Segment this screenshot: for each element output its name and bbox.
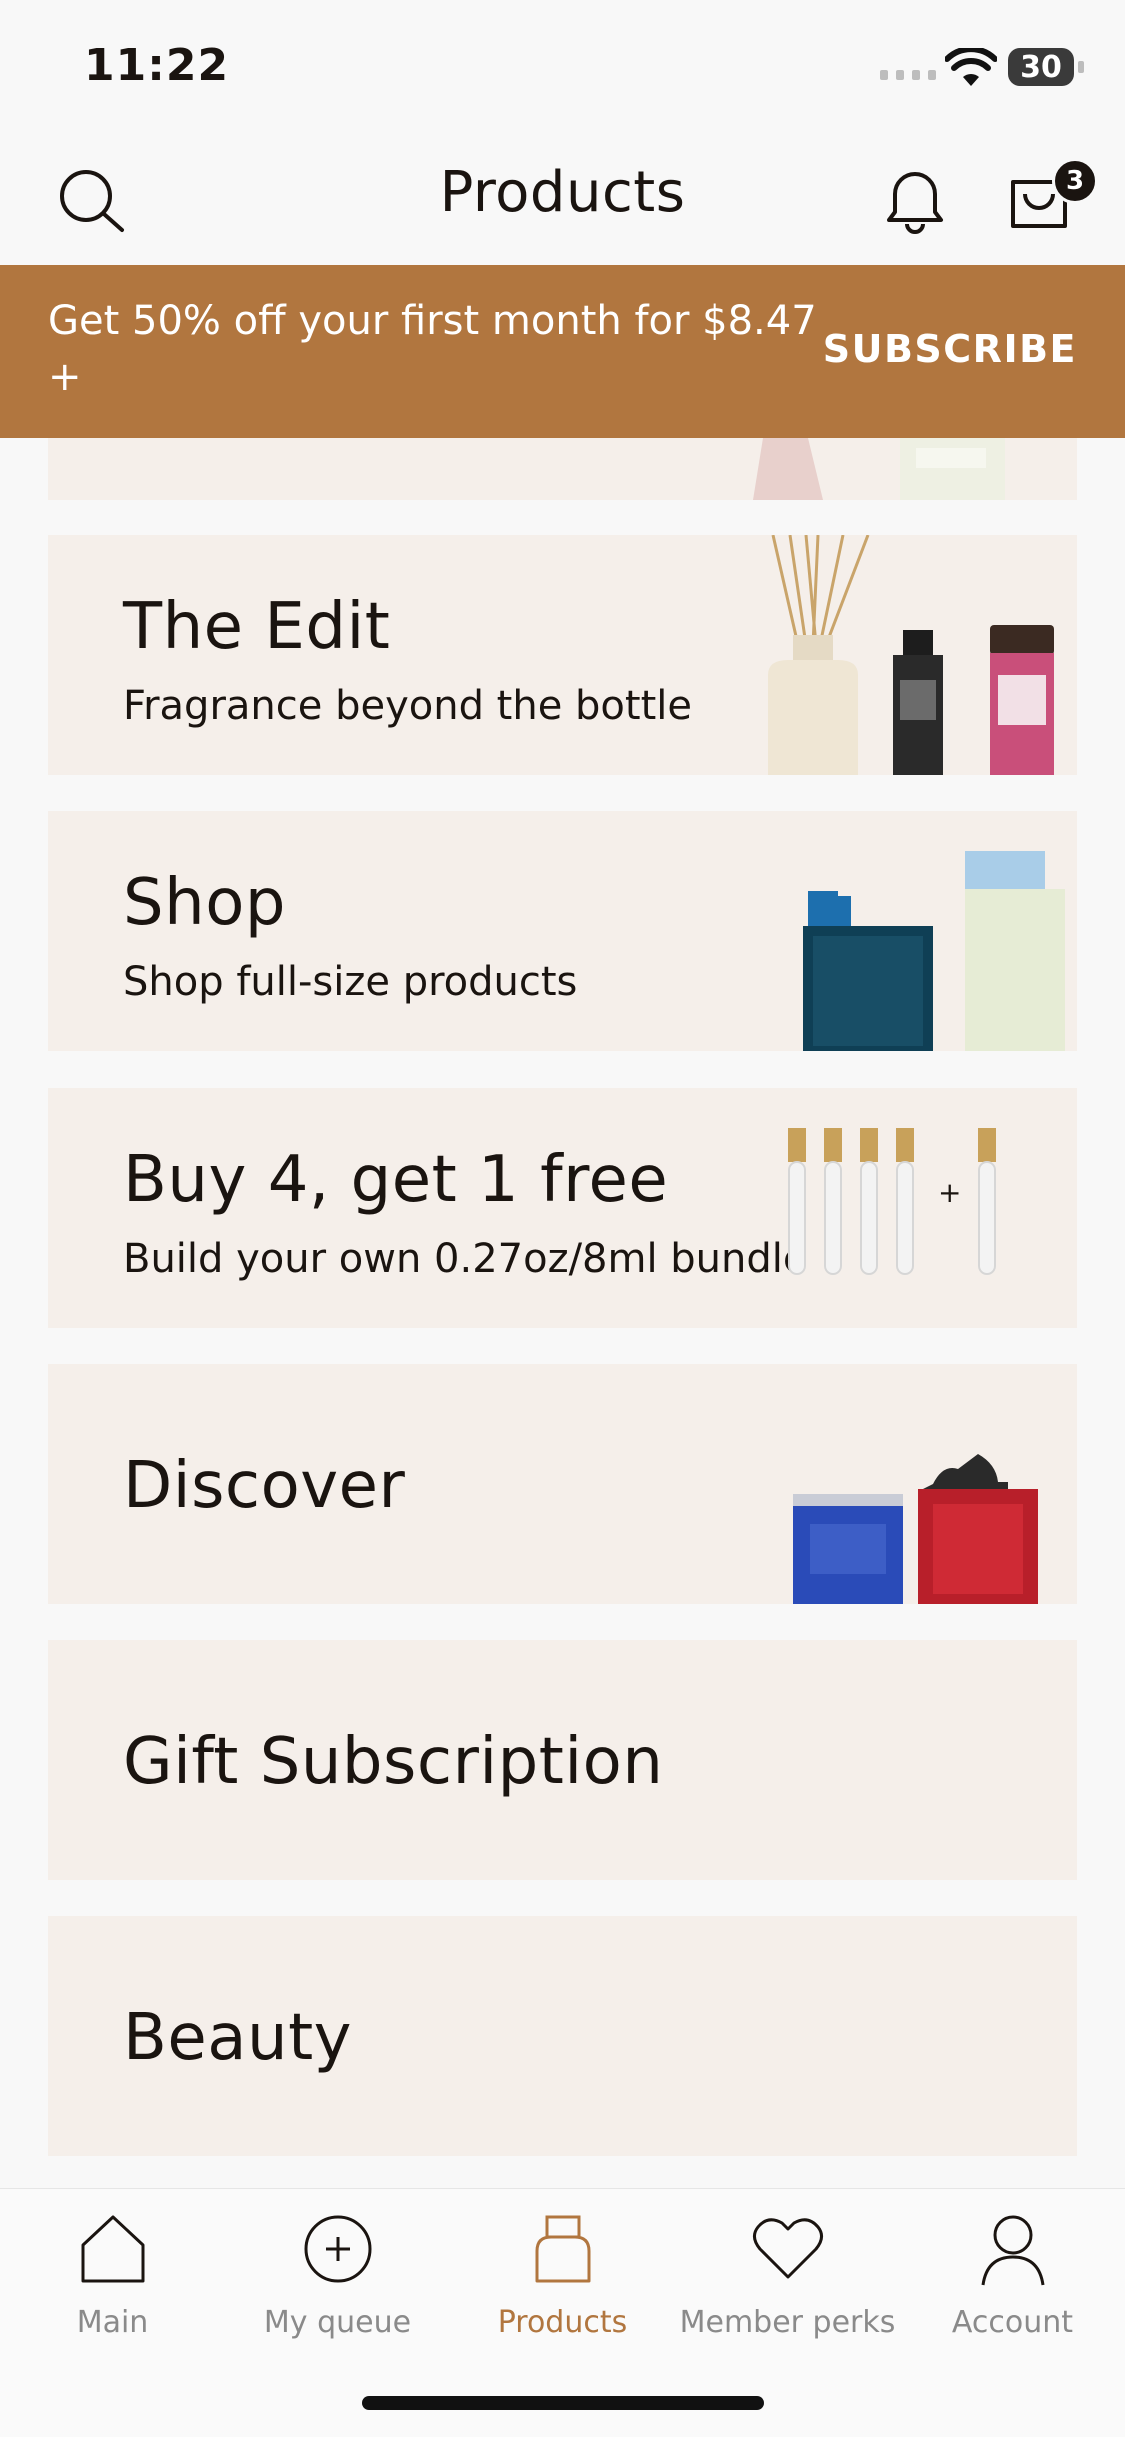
tab-account[interactable]: Account (900, 2209, 1125, 2340)
promo-text: Get 50% off your first month for $8.47 + (48, 298, 817, 400)
plus-circle-icon (304, 2215, 371, 2283)
tab-label: Member perks (679, 2305, 896, 2340)
card-beauty[interactable]: Beauty (48, 1916, 1077, 2156)
bottle-icon (535, 2215, 590, 2283)
tab-label: Products (497, 2305, 628, 2340)
card-buy-4-get-1[interactable]: Buy 4, get 1 free Build your own 0.27oz/… (48, 1088, 1077, 1328)
tab-label: Account (951, 2305, 1074, 2340)
person-icon (981, 2215, 1044, 2286)
page-title: Products (439, 160, 686, 225)
card-title: Buy 4, get 1 free (123, 1143, 669, 1217)
tab-products[interactable]: Products (450, 2209, 675, 2340)
heart-icon (752, 2218, 823, 2279)
home-indicator (362, 2396, 764, 2410)
battery-level: 30 (1020, 49, 1062, 85)
cellular-signal-icon (880, 70, 936, 80)
status-time: 11:22 (84, 40, 230, 91)
card-the-edit[interactable]: The Edit Fragrance beyond the bottle (48, 535, 1077, 775)
card-title: Shop (123, 866, 286, 940)
card-title: Beauty (123, 2001, 353, 2075)
wifi-icon (945, 48, 997, 86)
promo-banner[interactable]: Get 50% off your first month for $8.47 +… (0, 265, 1125, 438)
product-image (753, 438, 1005, 500)
battery-icon: 30 (1008, 48, 1084, 86)
card-discover[interactable]: Discover (48, 1364, 1077, 1604)
tab-member-perks[interactable]: Member perks (675, 2209, 900, 2340)
card-subtitle: Build your own 0.27oz/8ml bundle (123, 1236, 808, 1282)
tab-label: Main (76, 2305, 149, 2340)
status-bar: 11:22 30 (0, 0, 1125, 130)
subscribe-button[interactable]: SUBSCRIBE (823, 327, 1077, 371)
card-title: The Edit (123, 590, 391, 664)
card-subtitle: Fragrance beyond the bottle (123, 683, 692, 729)
home-icon (81, 2215, 144, 2283)
card-title: Discover (123, 1449, 406, 1523)
tab-main[interactable]: Main (0, 2209, 225, 2340)
tab-label: My queue (263, 2305, 412, 2340)
partial-card[interactable] (48, 438, 1077, 500)
tab-my-queue[interactable]: My queue (225, 2209, 450, 2340)
perfume-bottles-image (803, 851, 1065, 1051)
card-gift-subscription[interactable]: Gift Subscription (48, 1640, 1077, 1880)
svg-text:+: + (938, 1176, 961, 1209)
top-nav-bar: Products (0, 130, 1125, 265)
diffuser-products-image (768, 535, 1054, 775)
bell-icon[interactable] (875, 160, 955, 240)
card-shop[interactable]: Shop Shop full-size products (48, 811, 1077, 1051)
cart-count-badge: 3 (1052, 158, 1098, 204)
card-subtitle: Shop full-size products (123, 959, 578, 1005)
card-title: Gift Subscription (123, 1725, 664, 1799)
candle-perfume-image (793, 1454, 1038, 1604)
sample-vials-image: + (788, 1128, 996, 1275)
